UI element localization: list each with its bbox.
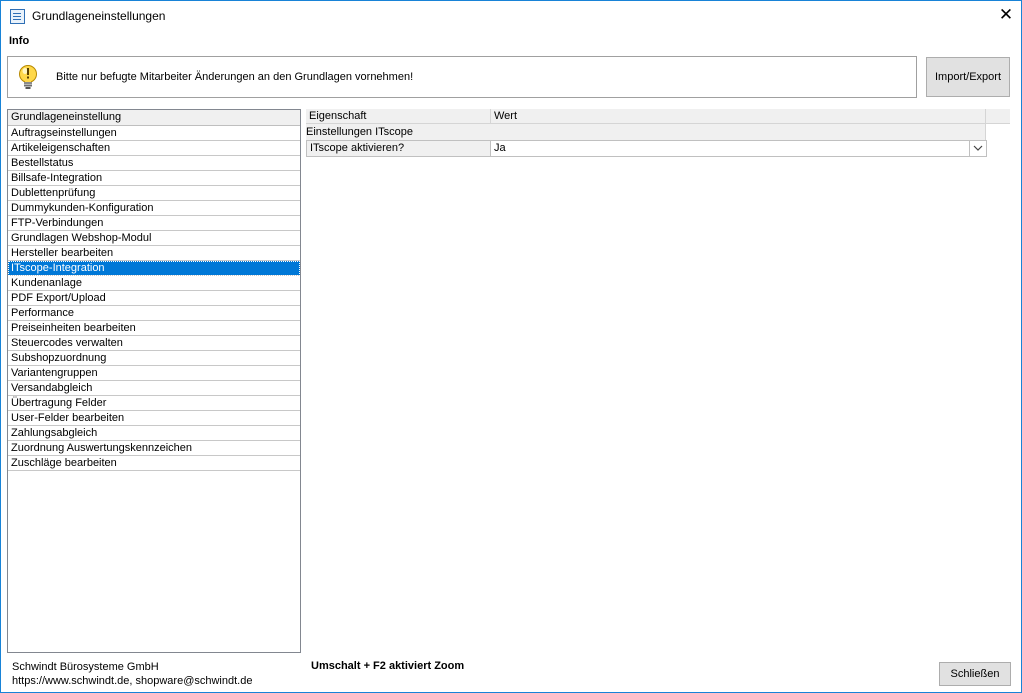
list-item[interactable]: Grundlagen Webshop-Modul [8,231,300,246]
list-items-container: Auftragseinstellungen Artikeleigenschafte… [8,126,300,471]
list-item[interactable]: Kundenanlage [8,276,300,291]
property-name: ITscope aktivieren? [307,141,491,156]
property-grid: Eigenschaft Wert Einstellungen ITscope I… [306,109,1010,157]
dropdown-button[interactable] [969,141,986,156]
grid-header-row: Eigenschaft Wert [306,109,1010,124]
list-item[interactable]: Dublettenprüfung [8,186,300,201]
company-contact: https://www.schwindt.de, shopware@schwin… [12,675,253,687]
list-item[interactable]: Zuschläge bearbeiten [8,456,300,471]
import-export-button[interactable]: Import/Export [926,57,1010,97]
list-item[interactable]: Preiseinheiten bearbeiten [8,321,300,336]
list-item[interactable]: Artikeleigenschaften [8,141,300,156]
list-item[interactable]: Hersteller bearbeiten [8,246,300,261]
list-item[interactable]: Dummykunden-Konfiguration [8,201,300,216]
list-item[interactable]: Variantengruppen [8,366,300,381]
info-section-label: Info [9,35,30,47]
list-item[interactable]: Billsafe-Integration [8,171,300,186]
grid-category-row: Einstellungen ITscope [306,124,986,140]
list-item[interactable]: Zuordnung Auswertungskennzeichen [8,441,300,456]
window-close-button[interactable]: ✕ [991,1,1021,31]
company-info: Schwindt Bürosysteme GmbH https://www.sc… [12,660,252,688]
list-column-header[interactable]: Grundlageneinstellung [8,110,300,126]
column-header-property[interactable]: Eigenschaft [306,109,491,124]
list-item[interactable]: User-Felder bearbeiten [8,411,300,426]
close-icon: ✕ [998,5,1014,24]
list-item[interactable]: FTP-Verbindungen [8,216,300,231]
list-item[interactable]: Subshopzuordnung [8,351,300,366]
settings-window: Grundlageneinstellungen ✕ Info Bitte nur… [0,0,1022,693]
list-item[interactable]: Zahlungsabgleich [8,426,300,441]
property-row-itscope-activate[interactable]: ITscope aktivieren? Ja [306,140,987,157]
company-name: Schwindt Bürosysteme GmbH [12,661,159,673]
list-item[interactable]: Auftragseinstellungen [8,126,300,141]
settings-category-list[interactable]: Grundlageneinstellung Auftragseinstellun… [7,109,301,653]
list-item[interactable]: Bestellstatus [8,156,300,171]
window-title: Grundlageneinstellungen [32,9,166,23]
info-message-box: Bitte nur befugte Mitarbeiter Änderungen… [7,56,917,98]
app-icon [10,9,25,24]
list-item[interactable]: ITscope-Integration [8,261,300,276]
zoom-hint: Umschalt + F2 aktiviert Zoom [311,660,465,672]
info-message-text: Bitte nur befugte Mitarbeiter Änderungen… [56,71,414,83]
title-bar[interactable]: Grundlageneinstellungen ✕ [1,1,1021,31]
list-item[interactable]: PDF Export/Upload [8,291,300,306]
lightbulb-icon [19,65,37,89]
list-item[interactable]: Versandabgleich [8,381,300,396]
list-item[interactable]: Performance [8,306,300,321]
close-button[interactable]: Schließen [939,662,1011,686]
column-header-value[interactable]: Wert [491,109,986,124]
list-item[interactable]: Steuercodes verwalten [8,336,300,351]
chevron-down-icon [973,145,983,151]
property-value-select[interactable]: Ja [491,141,969,156]
list-item[interactable]: Übertragung Felder [8,396,300,411]
